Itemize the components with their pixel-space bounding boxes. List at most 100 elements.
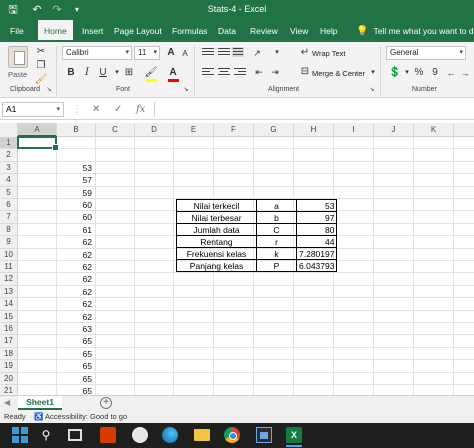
middle-align-icon[interactable] bbox=[218, 48, 230, 58]
cell-b16[interactable]: 63 bbox=[57, 323, 92, 335]
cell-b14[interactable]: 62 bbox=[57, 298, 92, 310]
comma-style-button[interactable]: 9 bbox=[428, 66, 442, 80]
row-header-10[interactable]: 10 bbox=[0, 248, 18, 261]
expand-icon[interactable]: ↘ bbox=[45, 86, 53, 94]
stats-cell-value[interactable]: 53 bbox=[295, 199, 338, 212]
sheet-nav-left-icon[interactable]: ◀ bbox=[4, 398, 10, 407]
stats-cell-value[interactable]: 97 bbox=[295, 211, 338, 224]
stats-cell-value[interactable]: 7.280197 bbox=[295, 247, 338, 260]
cell-b4[interactable]: 57 bbox=[57, 174, 92, 186]
accessibility-status[interactable]: ♿ Accessibility: Good to go bbox=[34, 412, 127, 421]
number-format-select[interactable]: General ▾ bbox=[386, 46, 466, 60]
active-cell-a1[interactable] bbox=[17, 136, 59, 151]
column-header-e[interactable]: E bbox=[174, 123, 214, 137]
column-header-d[interactable]: D bbox=[135, 123, 174, 137]
tab-file[interactable]: File bbox=[10, 20, 24, 42]
copy-icon[interactable]: ❐ bbox=[34, 59, 48, 73]
percent-button[interactable]: % bbox=[412, 66, 426, 80]
row-header-16[interactable]: 16 bbox=[0, 323, 18, 336]
column-header-c[interactable]: C bbox=[96, 123, 135, 137]
cell-b10[interactable]: 62 bbox=[57, 249, 92, 261]
tab-data[interactable]: Data bbox=[218, 20, 236, 42]
row-header-11[interactable]: 11 bbox=[0, 261, 18, 274]
add-sheet-button[interactable]: + bbox=[100, 397, 112, 409]
tell-me-box[interactable]: 💡 Tell me what you want to do bbox=[356, 20, 474, 42]
formula-input[interactable] bbox=[154, 102, 472, 117]
decrease-decimal-icon[interactable]: → bbox=[458, 66, 472, 80]
stats-cell-value[interactable]: 44 bbox=[295, 235, 338, 248]
stats-cell-value[interactable]: 6.043793 bbox=[295, 259, 338, 272]
task-view-icon[interactable] bbox=[68, 429, 82, 441]
wrap-text-button[interactable]: Wrap Text bbox=[312, 49, 346, 58]
column-header-h[interactable]: H bbox=[294, 123, 334, 137]
row-header-2[interactable]: 2 bbox=[0, 149, 18, 162]
chrome-icon[interactable] bbox=[224, 427, 240, 443]
cell-b6[interactable]: 60 bbox=[57, 199, 92, 211]
name-box[interactable]: A1 ▾ bbox=[2, 102, 64, 117]
wrap-text-icon[interactable]: ↵ bbox=[298, 46, 312, 60]
expand-icon[interactable]: ↘ bbox=[368, 86, 376, 94]
expand-icon[interactable]: ↘ bbox=[182, 86, 190, 94]
row-header-5[interactable]: 5 bbox=[0, 186, 18, 199]
font-size-select[interactable]: 11 ▾ bbox=[134, 46, 160, 60]
cell-b19[interactable]: 65 bbox=[57, 360, 92, 372]
row-header-6[interactable]: 6 bbox=[0, 199, 18, 212]
row-header-15[interactable]: 15 bbox=[0, 310, 18, 323]
bottom-align-icon[interactable] bbox=[232, 47, 244, 57]
spreadsheet-grid[interactable]: ABCDEFGHIJK 1 2 3 53 4 57 5 59 6 60 7 60 8 61 9 62 10 62 1… bbox=[0, 123, 474, 395]
shrink-font-button[interactable]: A bbox=[178, 47, 192, 61]
stats-cell-symbol[interactable]: a bbox=[256, 199, 297, 212]
tab-formulas[interactable]: Formulas bbox=[172, 20, 207, 42]
row-header-4[interactable]: 4 bbox=[0, 174, 18, 187]
cancel-icon[interactable]: ✕ bbox=[92, 102, 100, 117]
row-header-9[interactable]: 9 bbox=[0, 236, 18, 249]
stats-cell-symbol[interactable]: r bbox=[256, 235, 297, 248]
stats-cell-label[interactable]: Frekuensi kelas bbox=[176, 247, 257, 260]
cell-b2[interactable] bbox=[57, 149, 92, 161]
cell-b8[interactable]: 61 bbox=[57, 224, 92, 236]
cell-b12[interactable]: 62 bbox=[57, 273, 92, 285]
insert-function-button[interactable]: fx bbox=[136, 102, 145, 117]
row-header-8[interactable]: 8 bbox=[0, 223, 18, 237]
store-icon[interactable] bbox=[256, 427, 272, 443]
file-explorer-icon[interactable] bbox=[194, 429, 210, 441]
chevron-down-icon[interactable]: ▾ bbox=[270, 46, 284, 60]
cell-b11[interactable]: 62 bbox=[57, 261, 92, 273]
cell-b9[interactable]: 62 bbox=[57, 236, 92, 248]
row-header-12[interactable]: 12 bbox=[0, 273, 18, 286]
tab-view[interactable]: View bbox=[290, 20, 308, 42]
row-header-1[interactable]: 1 bbox=[0, 137, 18, 150]
windows-start-icon[interactable] bbox=[12, 427, 28, 443]
cell-b18[interactable]: 65 bbox=[57, 348, 92, 360]
tab-home[interactable]: Home bbox=[38, 20, 73, 42]
font-color-button[interactable]: A bbox=[166, 66, 180, 80]
decrease-indent-icon[interactable]: ⇤ bbox=[252, 65, 266, 79]
cell-b15[interactable]: 62 bbox=[57, 311, 92, 323]
paste-icon[interactable] bbox=[8, 46, 28, 68]
tab-page-layout[interactable]: Page Layout bbox=[114, 20, 162, 42]
cell-b5[interactable]: 59 bbox=[57, 187, 92, 199]
increase-indent-icon[interactable]: ⇥ bbox=[268, 65, 282, 79]
tab-help[interactable]: Help bbox=[320, 20, 337, 42]
stats-cell-symbol[interactable]: k bbox=[256, 247, 297, 260]
cell-b13[interactable]: 62 bbox=[57, 286, 92, 298]
italic-button[interactable]: I bbox=[80, 66, 94, 80]
tab-review[interactable]: Review bbox=[250, 20, 278, 42]
stats-cell-symbol[interactable]: b bbox=[256, 211, 297, 224]
office-icon[interactable] bbox=[100, 427, 116, 443]
bold-button[interactable]: B bbox=[64, 66, 78, 80]
merge-center-button[interactable]: Merge & Center bbox=[312, 69, 365, 78]
row-header-3[interactable]: 3 bbox=[0, 161, 18, 175]
cell-b1[interactable] bbox=[57, 137, 92, 149]
stats-cell-symbol[interactable]: P bbox=[256, 259, 297, 272]
row-header-20[interactable]: 20 bbox=[0, 372, 18, 385]
stats-cell-label[interactable]: Rentang bbox=[176, 235, 257, 248]
cell-b7[interactable]: 60 bbox=[57, 211, 92, 223]
stats-cell-value[interactable]: 80 bbox=[295, 223, 338, 236]
stats-cell-symbol[interactable]: C bbox=[256, 223, 297, 236]
align-center-icon[interactable] bbox=[218, 68, 230, 78]
align-left-icon[interactable] bbox=[202, 68, 214, 78]
column-header-k[interactable]: K bbox=[414, 123, 454, 137]
cell-b21[interactable]: 65 bbox=[57, 385, 92, 395]
row-header-13[interactable]: 13 bbox=[0, 285, 18, 299]
